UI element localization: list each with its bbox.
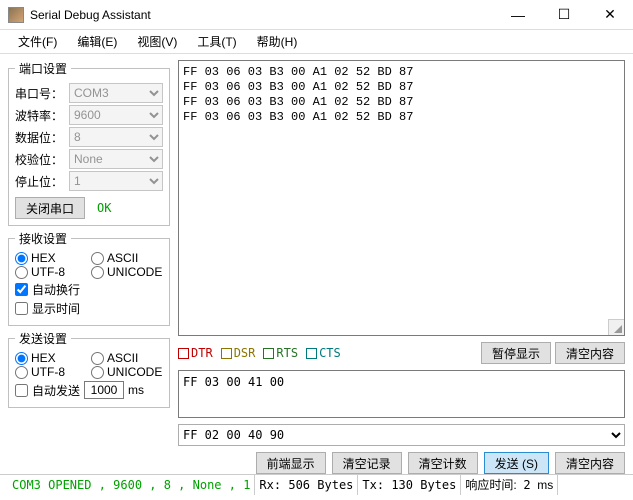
pause-display-button[interactable]: 暂停显示 [481, 342, 551, 364]
port-select[interactable]: COM3 [69, 83, 163, 103]
port-settings-legend: 端口设置 [15, 60, 71, 77]
send-button[interactable]: 发送 (S) [484, 452, 549, 474]
stopbits-select[interactable]: 1 [69, 171, 163, 191]
status-bar: COM3 OPENED , 9600 , 8 , None , 1 Rx: 50… [0, 474, 633, 494]
send-hex-option[interactable]: HEX [15, 351, 87, 365]
response-time-cell: 响应时间: 2 ms [461, 475, 558, 495]
menubar: 文件(F) 编辑(E) 视图(V) 工具(T) 帮助(H) [0, 30, 633, 54]
maximize-button[interactable]: ☐ [541, 0, 587, 30]
recv-utf8-option[interactable]: UTF-8 [15, 265, 87, 279]
resize-grip-icon [608, 319, 624, 335]
parity-label: 校验位： [15, 151, 65, 168]
recv-settings-legend: 接收设置 [15, 230, 71, 247]
recv-ascii-option[interactable]: ASCII [91, 251, 163, 265]
history-select[interactable]: FF 02 00 40 90 [178, 424, 625, 446]
menu-edit[interactable]: 编辑(E) [67, 31, 127, 52]
databits-select[interactable]: 8 [69, 127, 163, 147]
titlebar: Serial Debug Assistant — ☐ ✕ [0, 0, 633, 30]
menu-tools[interactable]: 工具(T) [187, 31, 246, 52]
recv-unicode-option[interactable]: UNICODE [91, 265, 163, 279]
dtr-signal[interactable]: DTR [178, 346, 213, 360]
autowrap-check[interactable]: 自动换行 [15, 281, 163, 298]
stopbits-label: 停止位： [15, 173, 65, 190]
interval-input[interactable] [84, 381, 124, 399]
baud-select[interactable]: 9600 [69, 105, 163, 125]
menu-view[interactable]: 视图(V) [127, 31, 187, 52]
window-buttons: — ☐ ✕ [495, 0, 633, 30]
rts-signal[interactable]: RTS [263, 346, 298, 360]
front-display-button[interactable]: 前端显示 [256, 452, 326, 474]
port-settings-group: 端口设置 串口号： COM3 波特率： 9600 数据位： 8 校验位： Non… [8, 60, 170, 226]
showtime-check[interactable]: 显示时间 [15, 300, 163, 317]
send-settings-group: 发送设置 HEX ASCII UTF-8 UNICODE 自动发送 ms [8, 330, 170, 408]
databits-label: 数据位： [15, 129, 65, 146]
clear-count-button[interactable]: 清空计数 [408, 452, 478, 474]
recv-hex-option[interactable]: HEX [15, 251, 87, 265]
app-icon [8, 7, 24, 23]
send-ascii-option[interactable]: ASCII [91, 351, 163, 365]
interval-unit: ms [128, 383, 144, 397]
connection-status: COM3 OPENED , 9600 , 8 , None , 1 [8, 475, 255, 495]
send-unicode-option[interactable]: UNICODE [91, 365, 163, 379]
port-label: 串口号： [15, 85, 65, 102]
send-utf8-option[interactable]: UTF-8 [15, 365, 87, 379]
receive-textarea[interactable]: FF 03 06 03 B3 00 A1 02 52 BD 87 FF 03 0… [178, 60, 625, 336]
rx-cell: Rx: 506 Bytes [255, 475, 358, 495]
baud-label: 波特率： [15, 107, 65, 124]
send-settings-legend: 发送设置 [15, 330, 71, 347]
window-title: Serial Debug Assistant [30, 8, 495, 22]
tx-cell: Tx: 130 Bytes [358, 475, 461, 495]
recv-settings-group: 接收设置 HEX ASCII UTF-8 UNICODE 自动换行 显示时间 [8, 230, 170, 326]
clear-log-button[interactable]: 清空记录 [332, 452, 402, 474]
minimize-button[interactable]: — [495, 0, 541, 30]
autosend-check[interactable]: 自动发送 [15, 382, 80, 399]
parity-select[interactable]: None [69, 149, 163, 169]
menu-help[interactable]: 帮助(H) [247, 31, 308, 52]
cts-signal[interactable]: CTS [306, 346, 341, 360]
clear-receive-button[interactable]: 清空内容 [555, 342, 625, 364]
port-status: OK [97, 201, 111, 215]
dsr-signal[interactable]: DSR [221, 346, 256, 360]
close-port-button[interactable]: 关闭串口 [15, 197, 85, 219]
send-textarea[interactable] [178, 370, 625, 418]
menu-file[interactable]: 文件(F) [8, 31, 67, 52]
close-button[interactable]: ✕ [587, 0, 633, 30]
clear-send-button[interactable]: 清空内容 [555, 452, 625, 474]
